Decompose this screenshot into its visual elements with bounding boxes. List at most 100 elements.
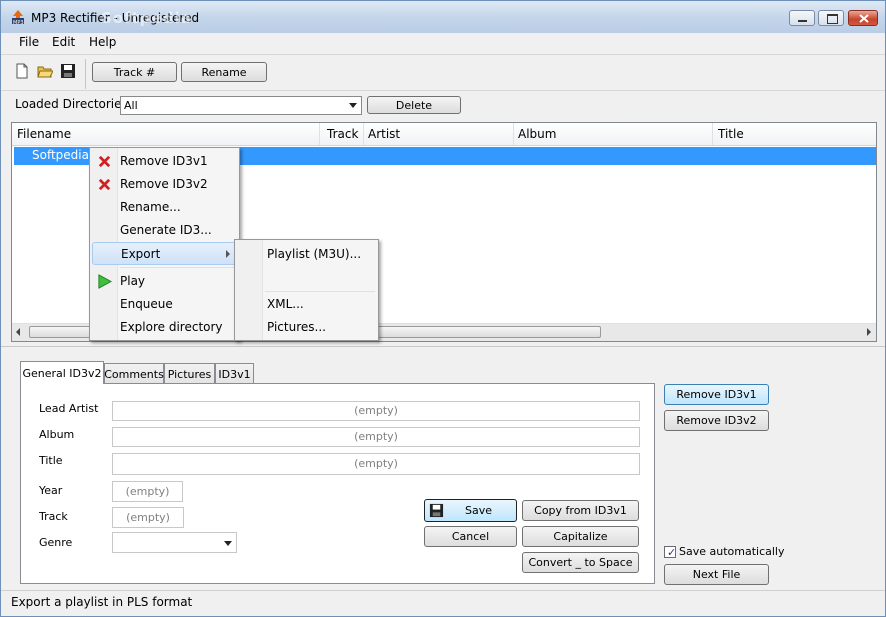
- lead-artist-field[interactable]: (empty): [112, 401, 640, 421]
- toolbar-divider: [1, 90, 885, 91]
- convert-underscore-button[interactable]: Convert _ to Space: [522, 552, 639, 573]
- capitalize-button[interactable]: Capitalize: [522, 526, 639, 547]
- menu-item-label: Generate ID3...: [120, 223, 212, 237]
- app-icon: MP3: [12, 10, 24, 25]
- tab-comments[interactable]: Comments: [104, 363, 164, 384]
- tab-general-id3v2[interactable]: General ID3v2: [20, 361, 104, 384]
- rename-button[interactable]: Rename: [181, 62, 267, 82]
- menu-help[interactable]: Help: [89, 35, 116, 49]
- open-folder-icon[interactable]: [37, 63, 53, 79]
- menu-item-label: Remove ID3v2: [120, 177, 208, 191]
- chevron-down-icon: [224, 541, 232, 546]
- toolbar-separator: [85, 59, 86, 89]
- tab-pictures[interactable]: Pictures: [164, 363, 215, 384]
- menu-item-playlist-pls[interactable]: [237, 266, 376, 289]
- scroll-left-icon[interactable]: [16, 328, 20, 336]
- checkmark-icon: ✓: [667, 546, 677, 559]
- status-text: Export a playlist in PLS format: [11, 595, 193, 609]
- delete-button[interactable]: Delete: [367, 96, 461, 114]
- close-button[interactable]: [848, 10, 878, 26]
- save-button[interactable]: Save: [424, 499, 517, 522]
- menu-item-label: Playlist (M3U)...: [267, 247, 362, 261]
- column-separator: [513, 123, 514, 145]
- remove-id3v2-button[interactable]: Remove ID3v2: [664, 410, 769, 431]
- menu-divider: [1, 54, 885, 55]
- save-automatically-label[interactable]: Save automatically: [679, 545, 785, 558]
- context-menu: Remove ID3v1 Remove ID3v2 Rename... Gene…: [89, 147, 240, 341]
- menu-separator: [120, 267, 236, 268]
- title-label: Title: [39, 454, 63, 467]
- save-disk-icon[interactable]: [60, 63, 76, 79]
- title-bar: MP3 MP3 Rectifier - Unregistered Softped…: [1, 1, 885, 33]
- scroll-right-icon[interactable]: [867, 328, 871, 336]
- copy-from-id3v1-button[interactable]: Copy from ID3v1: [522, 500, 639, 521]
- menu-item-play[interactable]: Play: [92, 270, 237, 293]
- column-filename[interactable]: Filename: [17, 127, 71, 141]
- track-number-button[interactable]: Track #: [92, 62, 177, 82]
- column-artist[interactable]: Artist: [368, 127, 400, 141]
- svg-text:MP3: MP3: [13, 20, 24, 25]
- menu-item-xml[interactable]: XML...: [237, 293, 376, 316]
- menu-item-enqueue[interactable]: Enqueue: [92, 293, 237, 316]
- menu-item-export[interactable]: Export: [92, 242, 237, 265]
- watermark-text: Softpedia: [101, 9, 192, 27]
- album-label: Album: [39, 428, 75, 441]
- column-separator: [712, 123, 713, 145]
- menu-edit[interactable]: Edit: [52, 35, 75, 49]
- menu-item-label: Export: [121, 247, 161, 261]
- maximize-icon: [827, 14, 838, 24]
- track-label: Track: [39, 510, 68, 523]
- save-disk-icon: [429, 503, 444, 518]
- year-label: Year: [39, 484, 63, 497]
- cancel-button[interactable]: Cancel: [424, 526, 517, 547]
- tab-id3v1[interactable]: ID3v1: [215, 363, 254, 384]
- remove-icon: [98, 155, 111, 168]
- menu-item-explore-directory[interactable]: Explore directory: [92, 316, 237, 339]
- maximize-button[interactable]: [818, 10, 844, 26]
- menu-item-playlist-m3u[interactable]: Playlist (M3U)...: [237, 243, 376, 266]
- next-file-button[interactable]: Next File: [664, 564, 769, 585]
- submenu-arrow-icon: [226, 250, 230, 258]
- menu-item-label: Explore directory: [120, 320, 223, 334]
- minimize-button[interactable]: [789, 10, 815, 26]
- list-header: Filename Track Artist Album Title: [12, 123, 876, 146]
- menu-item-label: Play: [120, 274, 146, 288]
- general-id3v2-panel: Lead Artist (empty) Album (empty) Title …: [20, 383, 655, 584]
- genre-dropdown[interactable]: [112, 532, 237, 553]
- play-icon: [98, 274, 112, 289]
- save-label: Save: [464, 504, 492, 517]
- menu-item-remove-id3v2[interactable]: Remove ID3v2: [92, 173, 237, 196]
- column-track[interactable]: Track: [327, 127, 358, 141]
- chevron-down-icon: [349, 103, 357, 108]
- splitter[interactable]: [1, 346, 885, 347]
- remove-icon: [98, 178, 111, 191]
- year-field[interactable]: (empty): [112, 481, 183, 502]
- menu-item-label: XML...: [267, 297, 304, 311]
- menu-item-label: Enqueue: [120, 297, 173, 311]
- lead-artist-label: Lead Artist: [39, 402, 99, 415]
- menu-item-remove-id3v1[interactable]: Remove ID3v1: [92, 150, 237, 173]
- column-separator: [319, 123, 320, 145]
- column-title[interactable]: Title: [718, 127, 744, 141]
- remove-id3v1-button[interactable]: Remove ID3v1: [664, 384, 769, 405]
- export-submenu: Playlist (M3U)... XML... Pictures...: [234, 239, 379, 341]
- menu-file[interactable]: File: [19, 35, 39, 49]
- loaded-directories-label: Loaded Directories: [15, 97, 128, 111]
- directories-selected: All: [124, 99, 138, 112]
- menu-item-rename[interactable]: Rename...: [92, 196, 237, 219]
- track-field[interactable]: (empty): [112, 507, 184, 528]
- menu-item-generate-id3[interactable]: Generate ID3...: [92, 219, 237, 242]
- genre-label: Genre: [39, 536, 73, 549]
- column-separator: [363, 123, 364, 145]
- title-field[interactable]: (empty): [112, 453, 640, 475]
- column-album[interactable]: Album: [518, 127, 556, 141]
- menu-item-label: Remove ID3v1: [120, 154, 208, 168]
- menu-bar: File Edit Help: [1, 33, 885, 53]
- menu-item-label: Rename...: [120, 200, 181, 214]
- directories-dropdown[interactable]: All: [120, 96, 362, 115]
- menu-item-pictures[interactable]: Pictures...: [237, 316, 376, 339]
- close-icon: [859, 14, 869, 23]
- save-automatically-checkbox[interactable]: ✓: [664, 546, 677, 559]
- new-file-icon[interactable]: [14, 63, 30, 79]
- album-field[interactable]: (empty): [112, 427, 640, 447]
